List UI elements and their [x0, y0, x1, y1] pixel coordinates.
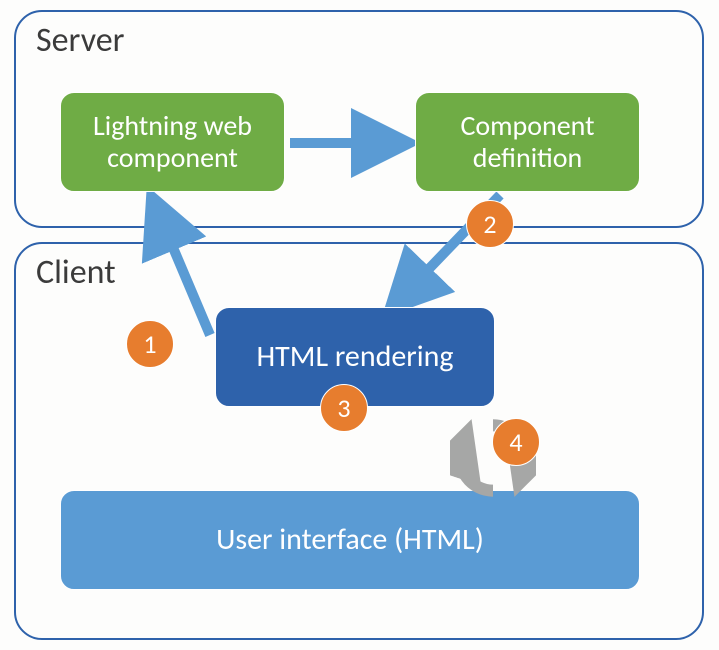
client-panel-title: Client — [36, 252, 116, 293]
box-lwc: Lightning web component — [60, 92, 285, 192]
badge-2: 2 — [466, 200, 514, 248]
badge-3: 3 — [320, 384, 368, 432]
badge-1: 1 — [126, 320, 174, 368]
badge-4: 4 — [492, 418, 540, 466]
box-user-interface: User interface (HTML) — [60, 490, 640, 590]
server-panel-title: Server — [36, 20, 125, 61]
box-component-definition: Component definition — [415, 92, 640, 192]
